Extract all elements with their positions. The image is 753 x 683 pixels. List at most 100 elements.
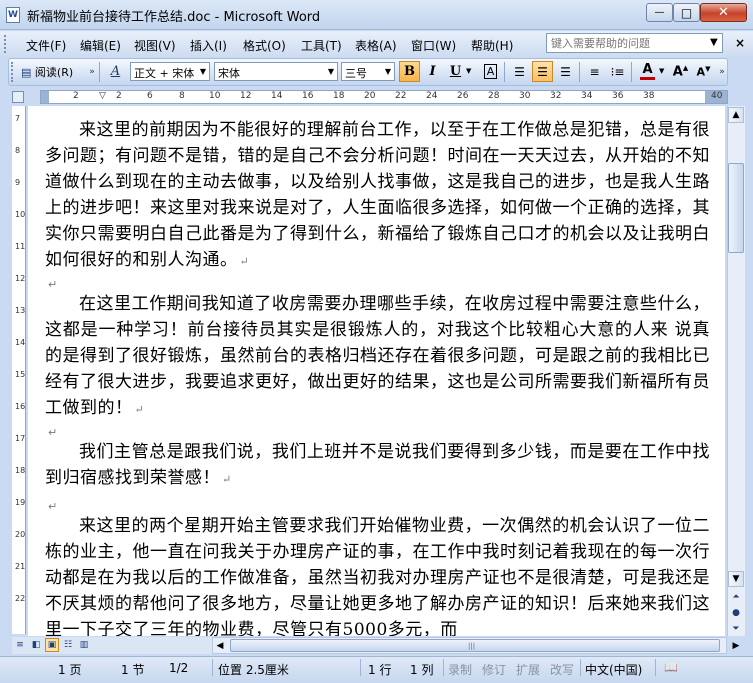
numbering-button[interactable]: ≡ [584,61,605,82]
font-color-button[interactable]: A [637,61,658,82]
close-button[interactable]: ✕ [700,3,747,22]
shrink-font-icon: A▼ [696,64,711,79]
chevron-down-icon[interactable]: ▼ [197,63,209,80]
ruler-number: 22 [395,91,407,101]
paragraph-mark-icon: ↵ [134,403,145,416]
next-page-icon[interactable]: ⏷ [728,621,744,637]
help-search-input[interactable] [546,33,723,53]
paragraph[interactable]: 来这里的前期因为不能很好的理解前台工作，以至于在工作做总是犯错，总是有很多问题；… [45,117,710,275]
menu-format[interactable]: 格式(O) [243,37,286,54]
status-page[interactable]: 1 页 [58,661,81,678]
horizontal-ruler[interactable]: 2 ▽ 2 6 8 10 12 14 16 18 20 22 24 26 28 … [40,90,728,104]
ruler-number: 36 [612,91,624,101]
chevron-down-icon[interactable]: ▼ [325,63,337,80]
font-size-combo[interactable]: 三号 ▼ [341,62,395,81]
styles-pane-button[interactable]: A [105,61,126,82]
toolbar-separator [579,62,580,82]
status-extend[interactable]: 扩展 [516,661,540,678]
vertical-ruler[interactable]: 7 8 9 10 11 12 13 14 15 16 17 18 19 20 2… [12,106,26,634]
print-layout-view-icon[interactable]: ▣ [45,638,59,652]
toolbar-grip[interactable] [11,62,14,82]
menu-window[interactable]: 窗口(W) [411,37,456,54]
font-color-a-icon: A [642,62,653,77]
character-border-button[interactable]: A [480,61,501,82]
chevron-down-icon[interactable]: ▼ [382,63,394,80]
font-combo[interactable]: 宋体 ▼ [214,62,338,81]
close-document-icon[interactable]: × [735,36,745,50]
outline-view-icon[interactable]: ☷ [61,638,75,652]
status-page-of[interactable]: 1/2 [169,661,188,675]
status-separator [655,659,656,676]
web-layout-view-icon[interactable]: ◧ [29,638,43,652]
menubar-grip[interactable] [4,35,7,53]
status-language[interactable]: 中文(中国) [585,661,642,678]
grow-font-button[interactable]: A▲ [670,61,691,82]
status-section[interactable]: 1 节 [121,661,144,678]
bullets-button[interactable]: ⁝≡ [607,61,628,82]
menu-help[interactable]: 帮助(H) [471,37,513,54]
align-right-icon: ☰ [560,64,571,79]
reading-mode-button[interactable]: ▤ 阅读(R) [21,64,73,80]
ruler-number: 2 [73,91,79,101]
help-dropdown-arrow-icon[interactable]: ▼ [710,37,718,48]
ruler-number: 30 [519,91,531,101]
status-overtype[interactable]: 改写 [550,661,574,678]
toolbar-overflow-chevron-icon[interactable]: » [87,58,97,86]
italic-button[interactable]: I [422,61,443,82]
normal-view-icon[interactable]: ≡ [13,638,27,652]
style-combo[interactable]: 正文 + 宋体 ▼ [130,62,210,81]
ruler-number: 16 [302,91,314,101]
status-position[interactable]: 位置 2.5厘米 [218,661,289,678]
ruler-number: 15 [15,370,26,379]
ruler-number: 32 [550,91,562,101]
ruler-number: 7 [15,114,21,123]
ruler-number: 18 [15,466,26,475]
align-left-button[interactable]: ☰ [509,61,530,82]
scroll-right-arrow-icon[interactable]: ▶ [727,638,745,653]
scroll-down-arrow-icon[interactable]: ▼ [728,571,744,587]
paragraph-mark-icon: ↵ [48,278,58,291]
tab-selector-button[interactable] [12,91,24,103]
font-color-dropdown-icon[interactable]: ▼ [659,67,664,75]
underline-button[interactable]: U [445,61,466,82]
paragraph[interactable]: 来这里的两个星期开始主管要求我们开始催物业费，一次偶然的机会认识了一位二栋的业主… [45,513,710,636]
shrink-font-button[interactable]: A▼ [693,61,714,82]
menu-tools[interactable]: 工具(T) [301,37,342,54]
menu-table[interactable]: 表格(A) [355,37,397,54]
word-document-icon[interactable]: W [6,7,20,23]
align-right-button[interactable]: ☰ [555,61,576,82]
menu-view[interactable]: 视图(V) [134,37,176,54]
spelling-status-icon[interactable]: 📖 [664,661,678,674]
ruler-number: 28 [488,91,500,101]
status-line[interactable]: 1 行 [368,661,391,678]
bold-button[interactable]: B [399,61,420,82]
align-center-button[interactable]: ☰ [532,61,553,82]
indent-marker-icon[interactable]: ▽ [99,91,106,101]
minimize-icon: — [654,7,665,18]
maximize-button[interactable]: □ [673,3,700,22]
underline-dropdown-icon[interactable]: ▼ [466,67,471,75]
previous-page-icon[interactable]: ⏶ [728,589,744,605]
ruler-number: 12 [15,274,26,283]
document-page[interactable]: 来这里的前期因为不能很好的理解前台工作，以至于在工作做总是犯错，总是有很多问题；… [28,106,725,636]
status-record[interactable]: 录制 [448,661,472,678]
menu-edit[interactable]: 编辑(E) [80,37,121,54]
ruler-number: 26 [457,91,469,101]
scroll-left-arrow-icon[interactable]: ◀ [212,638,228,653]
paragraph[interactable]: 在这里工作期间我知道了收房需要办理哪些手续，在收房过程中需要注意些什么，这都是一… [45,291,710,423]
paragraph[interactable]: 我们主管总是跟我们说，我们上班并不是说我们要得到多少钱，而是要在工作中找到归宿感… [45,439,710,493]
status-column[interactable]: 1 列 [410,661,433,678]
numbered-list-icon: ≡ [589,64,600,79]
ruler-number: 21 [15,562,26,571]
vertical-scroll-thumb[interactable] [728,163,744,253]
ruler-number: 8 [15,146,21,155]
toolbar-separator [99,62,100,82]
reading-layout-view-icon[interactable]: ▥ [77,638,91,652]
scroll-up-arrow-icon[interactable]: ▲ [728,107,744,123]
select-browse-object-icon[interactable]: ● [728,605,744,621]
menu-insert[interactable]: 插入(I) [190,37,227,54]
toolbar-overflow-chevron-icon[interactable]: » [717,58,727,86]
menu-file[interactable]: 文件(F) [26,37,66,54]
status-track-changes[interactable]: 修订 [482,661,506,678]
minimize-button[interactable]: — [646,3,673,22]
